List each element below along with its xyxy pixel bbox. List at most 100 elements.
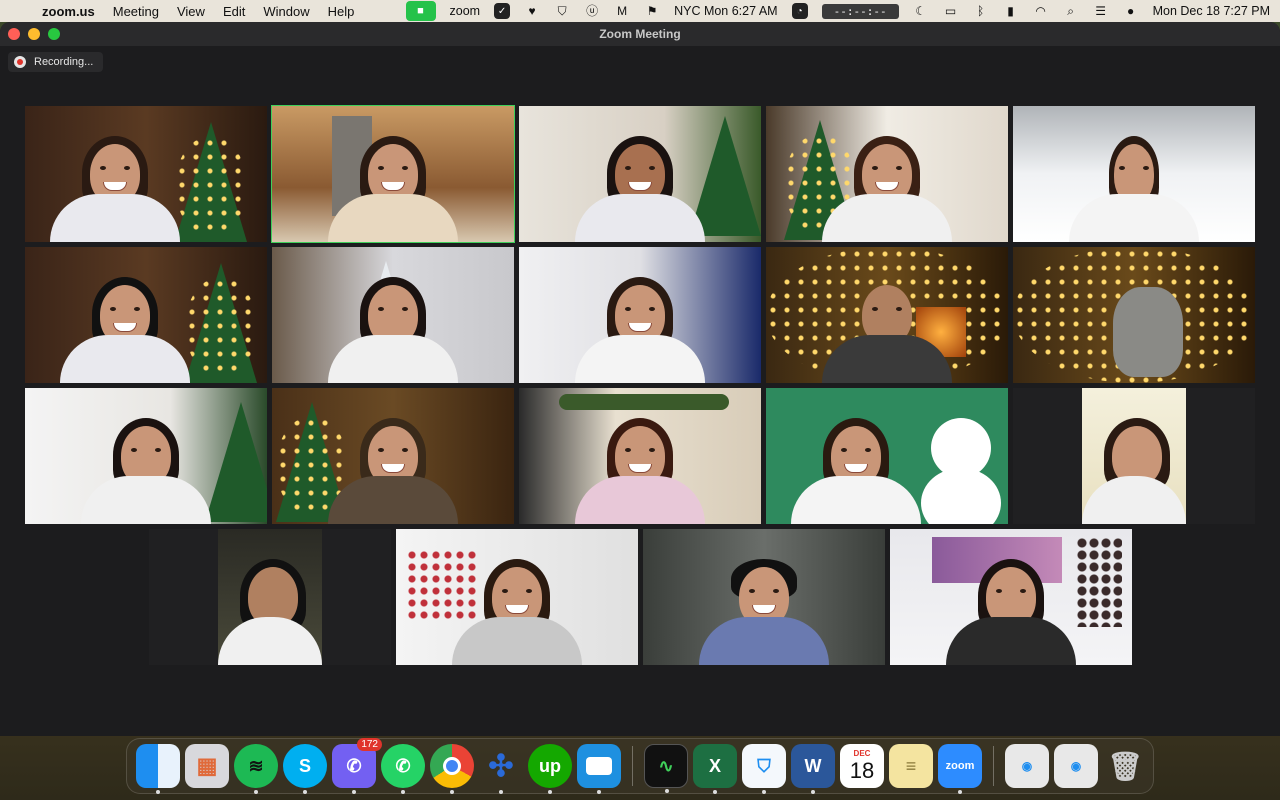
zoom-window: Zoom Meeting Recording... [0,22,1280,736]
participant-video-tile[interactable] [766,388,1008,524]
participant-video-tile[interactable] [25,388,267,524]
recording-indicator[interactable]: Recording... [8,52,104,72]
calendar-day: 18 [849,758,875,783]
record-icon [14,56,26,68]
pinwheel-app-icon[interactable]: ✣ [479,744,523,794]
control-center-icon[interactable]: ☰ [1093,4,1109,18]
search-icon[interactable]: ⌕ [1063,4,1079,18]
battery-icon[interactable]: ▮ [1003,4,1019,18]
bluetooth-icon[interactable]: ᛒ [973,4,989,18]
letterbox-right [322,529,391,665]
menu-help[interactable]: Help [328,4,355,19]
notes-app-icon[interactable]: ≡ [889,744,933,788]
participant-camera-feed [218,529,322,665]
participant-video-tile[interactable] [396,529,638,665]
zoom-status-label[interactable]: zoom [450,4,481,18]
display-icon[interactable]: ▭ [943,4,959,18]
participant-video-tile[interactable] [1013,247,1255,383]
wifi-icon[interactable]: ◠ [1033,4,1049,18]
skype-icon[interactable]: S [283,744,327,794]
participant-image [81,412,211,524]
participant-image [60,271,190,383]
world-clock[interactable]: NYC Mon 6:27 AM [674,4,778,18]
letterbox-right [1186,388,1255,524]
messages-app-icon[interactable] [577,744,621,794]
participant-image [791,412,921,524]
participant-video-tile[interactable] [25,106,267,242]
zoom-icon[interactable]: zoom [938,744,982,794]
excel-icon[interactable]: X [693,744,737,794]
dock: ▦ ≋ S ✆ 172 ✆ ✣ up ∿ X ⛉ W DEC 18 ≡ zoom … [126,738,1154,794]
menu-window[interactable]: Window [263,4,309,19]
checkmark-status-icon[interactable]: ✓ [494,3,511,19]
photo-grid-image [1076,537,1122,627]
timer-icon[interactable]: ◔ [791,3,808,19]
upwork-label: up [539,755,561,776]
participant-image [328,271,458,383]
siri-icon[interactable]: ● [1123,4,1139,18]
launchpad-icon[interactable]: ▦ [185,744,229,788]
menu-meeting[interactable]: Meeting [113,4,159,19]
participant-video-tile[interactable] [766,247,1008,383]
calendar-icon[interactable]: DEC 18 [840,744,884,788]
participant-image [1069,130,1199,242]
heart-status-icon[interactable]: ♥ [524,4,540,18]
excel-label: X [708,755,721,776]
participant-video-tile[interactable] [519,106,761,242]
whatsapp-icon[interactable]: ✆ [381,744,425,794]
participant-video-tile[interactable] [25,247,267,383]
tree-lights-image [175,136,247,236]
zoom-video-status-icon[interactable]: ■ [405,1,436,21]
participant-video-tile[interactable] [1013,388,1255,524]
shield-status-icon[interactable]: ⛉ [554,4,570,18]
participant-video-tile[interactable] [519,388,761,524]
participant-image [575,412,705,524]
recording-label: Recording... [34,56,94,68]
menu-edit[interactable]: Edit [223,4,245,19]
participant-image [946,553,1076,665]
app-menu[interactable]: zoom.us [42,4,95,19]
tree-lights-image [185,277,257,377]
participant-video-tile[interactable] [890,529,1132,665]
letterbox-left [149,529,218,665]
upwork-status-icon[interactable]: ⓤ [584,4,600,18]
menu-datetime[interactable]: Mon Dec 18 7:27 PM [1153,4,1270,18]
zoom-label: zoom [945,760,975,772]
m-status-icon[interactable]: M [614,4,630,18]
active-speaker-video-tile[interactable] [271,105,515,243]
participant-image [50,130,180,242]
finder-icon[interactable] [136,744,180,794]
minimized-window-thumbnail[interactable]: ◉ [1054,744,1098,788]
participant-video-tile[interactable] [766,106,1008,242]
spotify-icon[interactable]: ≋ [234,744,278,794]
participant-image [1082,412,1186,524]
participant-video-tile[interactable] [272,247,514,383]
timer-display[interactable]: --:--:-- [821,3,899,19]
vpn-shield-icon[interactable]: ⛉ [742,744,786,794]
title-bar: Zoom Meeting [0,22,1280,46]
viber-badge: 172 [357,738,382,751]
flag-status-icon[interactable]: ⚑ [644,4,660,18]
participant-image [699,553,829,665]
participant-image [452,553,582,665]
moon-icon[interactable]: ☾ [913,4,929,18]
participant-video-tile[interactable] [149,529,391,665]
participant-image [575,271,705,383]
window-title: Zoom Meeting [599,27,681,41]
participant-image [822,271,952,383]
participant-video-tile[interactable] [272,388,514,524]
participant-image [218,553,322,665]
menu-view[interactable]: View [177,4,205,19]
participant-video-tile[interactable] [643,529,885,665]
activity-monitor-icon[interactable]: ∿ [644,744,688,793]
participant-video-tile[interactable] [519,247,761,383]
word-icon[interactable]: W [791,744,835,794]
upwork-icon[interactable]: up [528,744,572,794]
christmas-tree-image [205,402,267,522]
participant-video-tile[interactable] [1013,106,1255,242]
word-label: W [804,755,822,776]
trash-icon[interactable]: 🗑 [1103,744,1147,788]
chrome-icon[interactable] [430,744,474,794]
minimized-window-thumbnail[interactable]: ◉ [1005,744,1049,788]
viber-icon[interactable]: ✆ 172 [332,738,382,794]
